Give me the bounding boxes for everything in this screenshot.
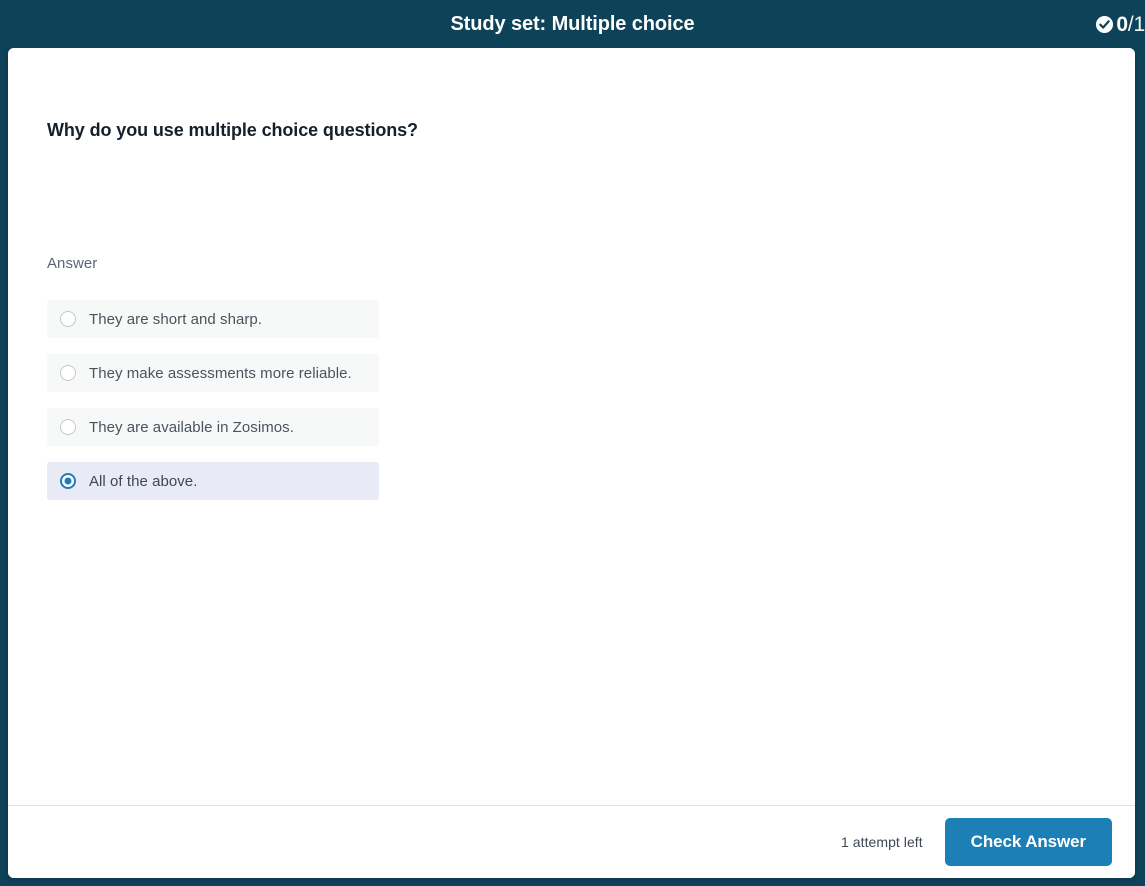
- answer-option-1[interactable]: They are short and sharp.: [47, 300, 379, 338]
- score-total: /1: [1128, 14, 1145, 35]
- score-value: 0/1: [1116, 14, 1145, 35]
- app-header: Study set: Multiple choice 0/1: [0, 0, 1145, 48]
- answer-section-label: Answer: [47, 255, 97, 272]
- check-answer-button[interactable]: Check Answer: [945, 818, 1112, 866]
- check-circle-icon: [1095, 15, 1114, 34]
- answer-option-2[interactable]: They make assessments more reliable.: [47, 354, 379, 392]
- card-footer: 1 attempt left Check Answer: [8, 805, 1135, 878]
- score-indicator: 0/1: [1095, 0, 1145, 48]
- answer-option-label: All of the above.: [89, 473, 197, 490]
- radio-button-selected-icon[interactable]: [60, 473, 76, 489]
- attempts-remaining-text: 1 attempt left: [841, 834, 923, 850]
- answer-option-label: They make assessments more reliable.: [89, 365, 352, 382]
- score-current: 0: [1116, 14, 1127, 35]
- question-card-body: Why do you use multiple choice questions…: [8, 48, 1135, 805]
- answer-options-list: They are short and sharp. They make asse…: [47, 300, 379, 516]
- answer-option-4[interactable]: All of the above.: [47, 462, 379, 500]
- answer-option-label: They are short and sharp.: [89, 311, 262, 328]
- answer-option-label: They are available in Zosimos.: [89, 419, 294, 436]
- question-card: Why do you use multiple choice questions…: [8, 48, 1135, 878]
- radio-button-icon[interactable]: [60, 365, 76, 381]
- radio-button-icon[interactable]: [60, 311, 76, 327]
- question-text: Why do you use multiple choice questions…: [47, 120, 418, 141]
- answer-option-3[interactable]: They are available in Zosimos.: [47, 408, 379, 446]
- page-title: Study set: Multiple choice: [0, 0, 1145, 48]
- radio-button-icon[interactable]: [60, 419, 76, 435]
